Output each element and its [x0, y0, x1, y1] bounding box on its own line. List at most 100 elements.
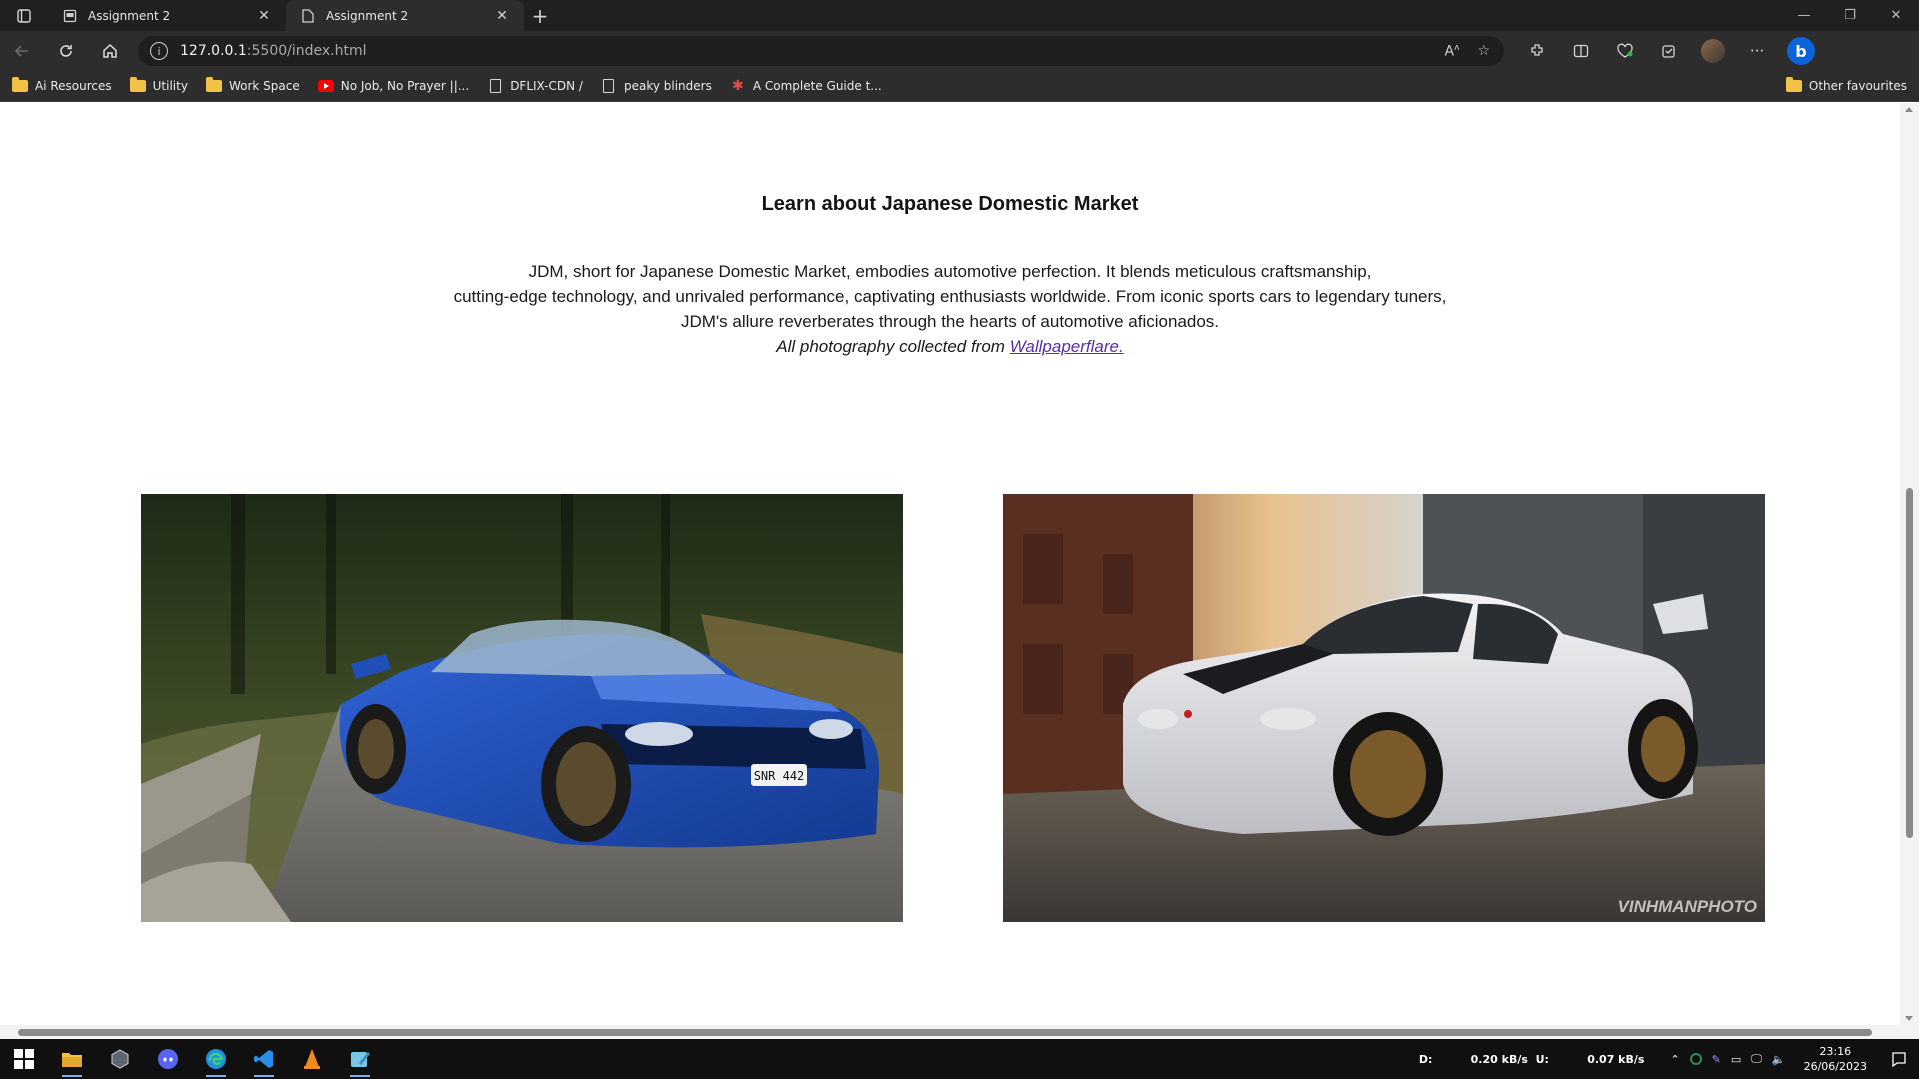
favorite-label: DFLIX-CDN /	[510, 79, 583, 93]
page-icon	[487, 79, 503, 93]
net-down-label: D:	[1418, 1052, 1433, 1066]
restore-icon[interactable]: ❐	[1827, 0, 1873, 31]
close-window-icon[interactable]: ✕	[1873, 0, 1919, 31]
refresh-button[interactable]	[44, 33, 88, 69]
favorite-label: A Complete Guide t...	[752, 79, 882, 93]
extensions-icon[interactable]	[1522, 36, 1552, 66]
wallpaperflare-link[interactable]: Wallpaperflare.	[1010, 337, 1124, 356]
vlc-icon	[304, 1049, 320, 1069]
horizontal-scroll-thumb[interactable]	[18, 1029, 1872, 1036]
favorite-label: Ai Resources	[35, 79, 112, 93]
taskbar-edge[interactable]	[192, 1039, 240, 1079]
net-down-value: 0.20 kB/s	[1470, 1052, 1528, 1066]
favorite-star-icon[interactable]: ☆	[1477, 43, 1490, 59]
favorite-dflix[interactable]: DFLIX-CDN /	[487, 79, 583, 93]
browser-toolbar: i 127.0.0.1:5500/index.html Aʌ ☆ ··· b	[0, 31, 1919, 71]
page-icon	[300, 8, 316, 24]
windows-icon	[14, 1049, 34, 1069]
battery-icon[interactable]: ▭	[1731, 1053, 1741, 1066]
clock-time: 23:16	[1819, 1045, 1852, 1058]
screen: Assignment 2 ✕ Assignment 2 ✕ + — ❐ ✕ i	[0, 0, 1919, 1079]
read-aloud-icon[interactable]: Aʌ	[1445, 43, 1460, 60]
clock-date: 26/06/2023	[1803, 1060, 1867, 1073]
car-photo-blue: SNR 442	[141, 494, 903, 922]
favorite-label: No Job, No Prayer ||...	[340, 79, 470, 93]
favorite-ai-resources[interactable]: Ai Resources	[12, 77, 112, 93]
vertical-scroll-thumb[interactable]	[1906, 488, 1913, 838]
profile-avatar[interactable]	[1698, 36, 1728, 66]
folder-icon	[129, 77, 146, 93]
intro-line: JDM, short for Japanese Domestic Market,…	[528, 262, 1372, 281]
notepad-icon	[351, 1052, 370, 1067]
favorite-label: peaky blinders	[623, 79, 712, 93]
split-screen-icon[interactable]	[1566, 36, 1596, 66]
url-host: 127.0.0.1	[180, 43, 247, 59]
favorite-label: Work Space	[228, 79, 300, 93]
collections-icon[interactable]	[1654, 36, 1684, 66]
page-icon	[62, 8, 78, 24]
url-path: :5500/index.html	[246, 43, 367, 59]
network-speed-down: D: 0.20 kB/s U: 0.07 kB/s	[1419, 1053, 1645, 1066]
credit-prefix: All photography collected from	[776, 337, 1010, 356]
vscode-icon	[254, 1050, 273, 1068]
favorite-label: Other favourites	[1808, 79, 1907, 93]
more-options-icon[interactable]: ···	[1742, 36, 1772, 66]
folder-icon	[205, 77, 222, 93]
web-page: Learn about Japanese Domestic Market JDM…	[0, 103, 1900, 1025]
bing-copilot-icon[interactable]: b	[1786, 36, 1816, 66]
favorite-youtube[interactable]: No Job, No Prayer ||...	[317, 79, 470, 93]
file-explorer-icon	[62, 1053, 82, 1067]
page-heading: Learn about Japanese Domestic Market	[761, 193, 1139, 215]
browser-essentials-icon[interactable]	[1610, 36, 1640, 66]
refresh-icon	[60, 45, 72, 57]
folder-icon	[12, 77, 28, 93]
show-hidden-icons-chevron-icon[interactable]: ⌃	[1670, 1053, 1679, 1066]
taskbar-app-cube[interactable]	[96, 1039, 144, 1079]
tab-actions-button[interactable]	[0, 0, 48, 31]
taskbar-vscode[interactable]	[240, 1039, 288, 1079]
license-plate: SNR 442	[754, 769, 805, 783]
new-tab-button[interactable]: +	[524, 0, 556, 31]
close-icon[interactable]: ✕	[256, 8, 272, 24]
favorite-label: Utility	[152, 79, 188, 93]
window-controls: — ❐ ✕	[1781, 0, 1919, 31]
network-icon[interactable]: 🖵	[1751, 1052, 1762, 1066]
minimize-icon[interactable]: —	[1781, 0, 1827, 31]
intro-line: cutting-edge technology, and unrivaled p…	[453, 287, 1447, 306]
pen-icon[interactable]: ✎	[1712, 1053, 1721, 1066]
taskbar-file-explorer[interactable]	[48, 1039, 96, 1079]
favorite-complete-guide[interactable]: ✱ A Complete Guide t...	[730, 78, 882, 94]
volume-icon[interactable]: 🔈	[1772, 1053, 1786, 1066]
tab-title: Assignment 2	[88, 8, 171, 23]
horizontal-scrollbar[interactable]	[0, 1025, 1919, 1039]
tab-strip: Assignment 2 ✕ Assignment 2 ✕ + — ❐ ✕	[0, 0, 1919, 31]
net-up-value: 0.07 kB/s	[1587, 1052, 1645, 1066]
tray-status-icon[interactable]	[1689, 1053, 1702, 1065]
back-arrow-icon	[14, 45, 28, 57]
cube-app-icon	[111, 1049, 129, 1069]
back-button[interactable]	[0, 33, 44, 69]
favorite-work-space[interactable]: Work Space	[205, 77, 300, 93]
close-icon[interactable]: ✕	[494, 8, 510, 24]
tab-2[interactable]: Assignment 2 ✕	[286, 0, 524, 31]
taskbar-notepad[interactable]	[336, 1039, 384, 1079]
start-button[interactable]	[0, 1039, 48, 1079]
clock[interactable]: 23:16 26/06/2023	[1804, 1044, 1867, 1074]
edge-icon	[206, 1049, 226, 1069]
taskbar-discord[interactable]	[144, 1039, 192, 1079]
favorite-utility[interactable]: Utility	[129, 77, 188, 93]
notification-icon[interactable]	[1885, 1039, 1913, 1079]
taskbar-vlc[interactable]	[288, 1039, 336, 1079]
address-bar[interactable]: i 127.0.0.1:5500/index.html Aʌ ☆	[138, 36, 1504, 66]
scroll-up-icon[interactable]	[1905, 107, 1913, 112]
star-icon: ✱	[731, 78, 744, 94]
scroll-down-icon[interactable]	[1905, 1016, 1913, 1021]
info-icon[interactable]: i	[150, 42, 168, 60]
tab-1[interactable]: Assignment 2 ✕	[48, 0, 286, 31]
intro-paragraph: JDM, short for Japanese Domestic Market,…	[0, 259, 1900, 359]
other-favourites[interactable]: Other favourites	[1785, 77, 1907, 93]
home-button[interactable]	[88, 33, 132, 69]
vertical-scrollbar[interactable]	[1900, 103, 1919, 1025]
youtube-icon	[317, 80, 334, 93]
favorite-peaky-blinders[interactable]: peaky blinders	[601, 79, 712, 93]
